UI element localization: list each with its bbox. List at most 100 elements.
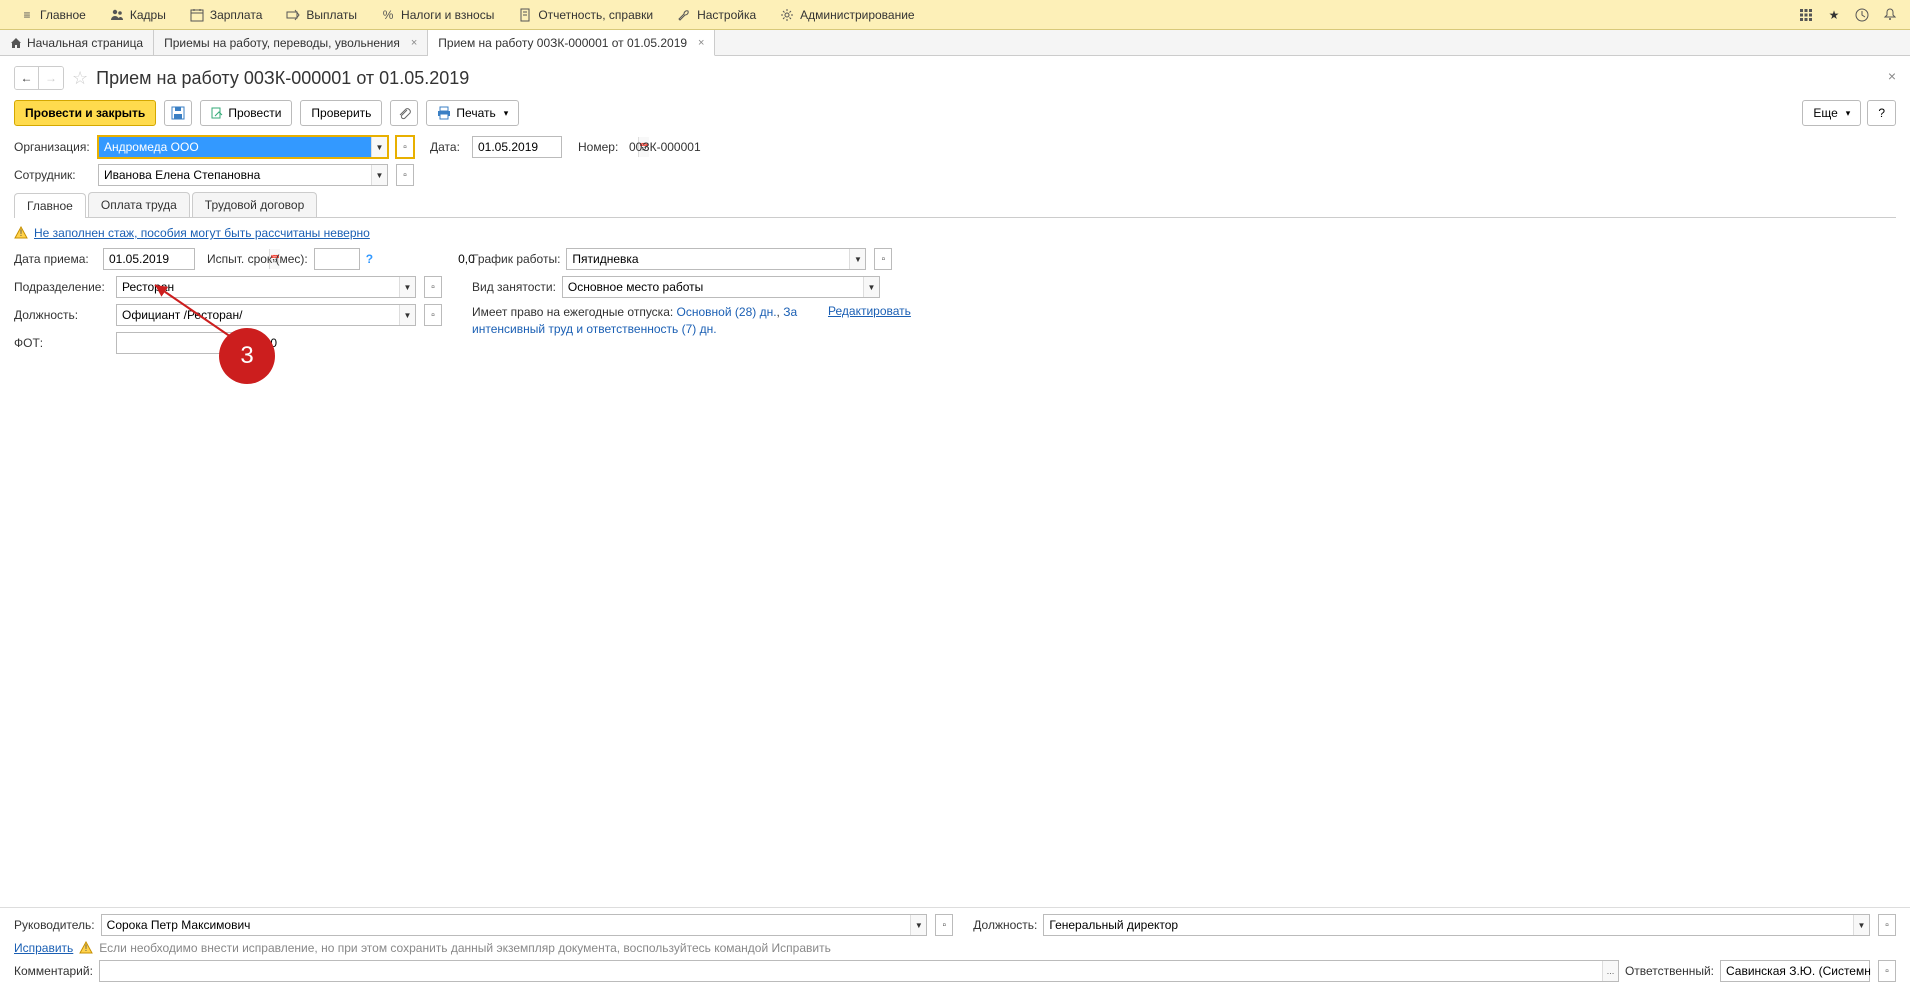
post-close-button[interactable]: Провести и закрыть (14, 100, 156, 126)
employee-label: Сотрудник: (14, 168, 92, 182)
close-icon[interactable]: × (698, 37, 704, 49)
close-icon[interactable]: × (411, 37, 417, 49)
vacation-row: Имеет право на ежегодные отпуска: Основн… (472, 304, 911, 338)
form-grid: Дата приема: 📅 Испыт. срок (мес): ? Подр… (14, 248, 1896, 360)
warning-icon: ! (79, 941, 93, 955)
fot-label: ФОТ: (14, 336, 110, 350)
content-area: ← → ☆ Прием на работу 00ЗК-000001 от 01.… (0, 56, 1910, 370)
dropdown-icon[interactable]: ▼ (910, 915, 926, 935)
responsible-input[interactable] (1721, 961, 1886, 981)
menu-main[interactable]: ≡ Главное (8, 0, 98, 29)
favorite-icon[interactable]: ★ (1822, 3, 1846, 27)
more-button[interactable]: Еще (1802, 100, 1861, 126)
tab-home[interactable]: Начальная страница (0, 30, 154, 55)
help-button[interactable]: ? (1867, 100, 1896, 126)
employee-input[interactable] (99, 165, 371, 185)
open-ref-button[interactable]: ▫ (1878, 914, 1896, 936)
menu-label: Налоги и взносы (401, 8, 494, 22)
dropdown-icon[interactable]: ▼ (1853, 915, 1869, 935)
open-ref-button[interactable]: ▫ (935, 914, 953, 936)
warning-link[interactable]: Не заполнен стаж, пособия могут быть рас… (34, 226, 370, 240)
dropdown-icon[interactable]: ▼ (863, 277, 879, 297)
date-combo[interactable]: 📅 (472, 136, 562, 158)
employee-combo[interactable]: ▼ (98, 164, 388, 186)
schedule-row: График работы: ▼ ▫ (472, 248, 911, 270)
footer: Руководитель: ▼ ▫ Должность: ▼ ▫ Исправи… (0, 907, 1910, 993)
favorite-star-icon[interactable]: ☆ (72, 68, 88, 89)
sub-tab-bar: Главное Оплата труда Трудовой договор (14, 192, 1896, 218)
trial-input[interactable] (315, 249, 480, 269)
bell-icon[interactable] (1878, 3, 1902, 27)
tab-hiring-list[interactable]: Приемы на работу, переводы, увольнения × (154, 30, 428, 55)
attach-button[interactable] (390, 100, 418, 126)
org-input[interactable] (99, 137, 371, 157)
menu-icon: ≡ (20, 8, 34, 22)
dropdown-icon[interactable]: ▼ (371, 165, 387, 185)
menu-salary[interactable]: Зарплата (178, 0, 275, 29)
forward-button[interactable]: → (39, 67, 63, 89)
vacation-label: Имеет право на ежегодные отпуска: (472, 305, 673, 319)
manager-input[interactable] (102, 915, 911, 935)
responsible-group: Ответственный: ▼ ▫ (1625, 960, 1896, 982)
dropdown-icon[interactable]: ▼ (849, 249, 865, 269)
employee-row: Сотрудник: ▼ ▫ (14, 164, 1896, 186)
org-combo[interactable]: ▼ (98, 136, 388, 158)
right-col: График работы: ▼ ▫ Вид занятости: ▼ Имее… (472, 248, 911, 360)
open-ref-button[interactable]: ▫ (424, 276, 442, 298)
sub-tab-contract[interactable]: Трудовой договор (192, 192, 317, 217)
trial-combo[interactable] (314, 248, 360, 270)
edit-link[interactable]: Редактировать (828, 304, 911, 318)
history-icon[interactable] (1850, 3, 1874, 27)
warning-icon: ! (14, 226, 28, 240)
employment-combo[interactable]: ▼ (562, 276, 880, 298)
mgr-position-input[interactable] (1044, 915, 1853, 935)
menu-admin[interactable]: Администрирование (768, 0, 926, 29)
open-ref-button[interactable]: ▫ (874, 248, 892, 270)
back-button[interactable]: ← (15, 67, 39, 89)
schedule-input[interactable] (567, 249, 849, 269)
menu-taxes[interactable]: % Налоги и взносы (369, 0, 506, 29)
annotation-number: 3 (240, 342, 253, 370)
menu-reports[interactable]: Отчетность, справки (506, 0, 665, 29)
schedule-combo[interactable]: ▼ (566, 248, 866, 270)
hire-date-row: Дата приема: 📅 Испыт. срок (мес): ? (14, 248, 442, 270)
menu-hr[interactable]: Кадры (98, 0, 178, 29)
save-button[interactable] (164, 100, 192, 126)
fix-link[interactable]: Исправить (14, 941, 73, 955)
apps-icon[interactable] (1794, 3, 1818, 27)
button-label: Печать (456, 106, 495, 120)
sub-tab-pay[interactable]: Оплата труда (88, 192, 190, 217)
open-ref-button[interactable]: ▫ (396, 164, 414, 186)
manager-combo[interactable]: ▼ (101, 914, 928, 936)
check-button[interactable]: Проверить (300, 100, 382, 126)
hire-date-combo[interactable]: 📅 (103, 248, 195, 270)
comment-input[interactable] (100, 961, 1602, 981)
sub-tab-main[interactable]: Главное (14, 193, 86, 218)
open-ref-button[interactable]: ▫ (396, 136, 414, 158)
close-icon[interactable]: × (1888, 68, 1896, 84)
open-ref-button[interactable]: ▫ (424, 304, 442, 326)
open-ref-button[interactable]: ▫ (1878, 960, 1896, 982)
people-icon (110, 8, 124, 22)
wrench-icon (677, 8, 691, 22)
help-icon[interactable]: ? (366, 252, 373, 266)
menu-payments[interactable]: Выплаты (274, 0, 369, 29)
comment-row: Комментарий: … Ответственный: ▼ ▫ (14, 960, 1896, 982)
mgr-position-combo[interactable]: ▼ (1043, 914, 1870, 936)
dropdown-icon[interactable]: ▼ (371, 137, 387, 157)
number-label: Номер: (578, 140, 623, 154)
dropdown-icon[interactable]: ▼ (399, 277, 415, 297)
comment-label: Комментарий: (14, 964, 93, 978)
comment-field[interactable]: … (99, 960, 1619, 982)
vacation-main: Основной (28) дн. (677, 305, 777, 319)
document-icon (518, 8, 532, 22)
employment-input[interactable] (563, 277, 863, 297)
tab-hiring-doc[interactable]: Прием на работу 00ЗК-000001 от 01.05.201… (428, 30, 715, 56)
responsible-combo[interactable]: ▼ (1720, 960, 1870, 982)
print-button[interactable]: Печать (426, 100, 519, 126)
menu-settings[interactable]: Настройка (665, 0, 768, 29)
expand-icon[interactable]: … (1602, 961, 1618, 981)
annotation-circle: 3 (219, 328, 275, 384)
post-button[interactable]: Провести (200, 100, 292, 126)
dropdown-icon[interactable]: ▼ (399, 305, 415, 325)
